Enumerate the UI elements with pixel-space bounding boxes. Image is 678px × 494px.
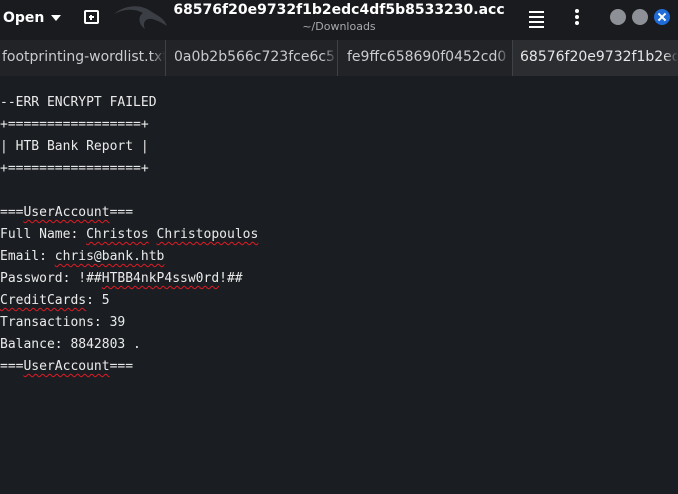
- tab-bar: footprinting-wordlist.txt 0a0b2b566c723f…: [0, 40, 678, 76]
- spellcheck-word: chris@bank.htb: [54, 249, 165, 264]
- window-title: 68576f20e9732f1b2edc4df5b8533230.acc: [173, 2, 505, 18]
- line-text: : 5: [86, 293, 110, 308]
- tab-footprinting-wordlist[interactable]: footprinting-wordlist.txt: [0, 40, 166, 76]
- spellcheck-word: HTBB4nkP4ssw0rd: [101, 271, 220, 286]
- tab-label: fe9ffc658690f0452cd0: [347, 49, 507, 65]
- editor-line: ===UserAccount===: [0, 356, 133, 378]
- tab-0a0b2b566c723fce6c5[interactable]: 0a0b2b566c723fce6c5: [166, 40, 338, 76]
- open-button[interactable]: Open: [3, 6, 62, 30]
- line-text: Full Name:: [0, 227, 87, 242]
- spellcheck-word: Christos: [86, 227, 149, 242]
- editor-line: CreditCards: 5: [0, 290, 110, 312]
- maximize-icon[interactable]: [632, 9, 648, 25]
- editor-line: Email: chris@bank.htb: [0, 246, 164, 268]
- editor-line: Transactions: 39: [0, 315, 126, 330]
- caret-down-icon: [51, 15, 62, 21]
- hamburger-menu-icon[interactable]: [529, 11, 544, 31]
- line-text: ===: [109, 359, 134, 374]
- line-text: ===: [0, 359, 24, 374]
- editor-line: | HTB Bank Report |: [0, 139, 149, 154]
- editor-line: Balance: 8842803 .: [0, 337, 141, 352]
- header-bar: Open 68576f20e9732f1b2edc4df5b8533230.ac…: [0, 0, 678, 40]
- editor-line: +=================+: [0, 161, 149, 176]
- editor-line: ===UserAccount===: [0, 202, 133, 224]
- editor-line: Full Name: Christos Christopoulos: [0, 224, 258, 246]
- minimize-icon[interactable]: [610, 9, 626, 25]
- line-text: !##: [219, 271, 243, 286]
- close-icon[interactable]: [654, 9, 670, 25]
- line-text: [149, 227, 157, 242]
- tab-label: footprinting-wordlist.txt: [2, 49, 166, 65]
- spellcheck-word: Christopoulos: [156, 227, 259, 242]
- line-text: ===: [109, 205, 134, 220]
- spellcheck-word: UserAccount: [23, 205, 110, 220]
- editor-line: Password: !##HTBB4nkP4ssw0rd!##: [0, 268, 243, 290]
- new-document-icon[interactable]: [84, 10, 99, 24]
- line-text: ===: [0, 205, 24, 220]
- window-subtitle: ~/Downloads: [302, 20, 376, 33]
- kebab-menu-icon[interactable]: [575, 9, 579, 27]
- spellcheck-word: CreditCards: [0, 293, 87, 308]
- tab-label: 68576f20e9732f1b2edc4df5b8533230.acc: [520, 49, 678, 65]
- text-editor[interactable]: --ERR ENCRYPT FAILED +=================+…: [0, 76, 678, 494]
- line-text: Password: !##: [0, 271, 102, 286]
- editor-line: --ERR ENCRYPT FAILED: [0, 95, 157, 110]
- editor-line: +=================+: [0, 117, 149, 132]
- spellcheck-word: UserAccount: [23, 359, 110, 374]
- tab-label: 0a0b2b566c723fce6c5: [174, 49, 335, 65]
- line-text: Email:: [0, 249, 55, 264]
- open-button-label: Open: [3, 10, 45, 26]
- tab-68576f20e9732f1b2edc4df5b8533230[interactable]: 68576f20e9732f1b2edc4df5b8533230.acc: [512, 40, 678, 76]
- tab-fe9ffc658690f0452cd0[interactable]: fe9ffc658690f0452cd0: [338, 40, 510, 76]
